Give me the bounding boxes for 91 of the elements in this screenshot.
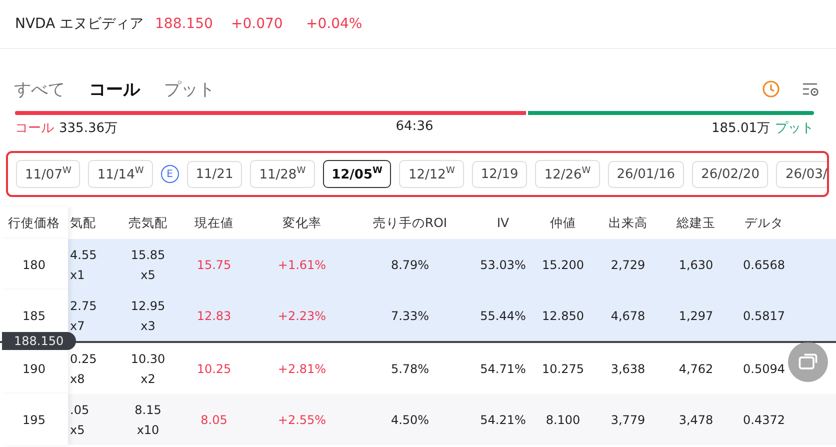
table-cell-text: 12.83 [196,308,232,324]
table-cell-text: 0.5817 [743,308,785,324]
table-cell-text: 5.78% [390,360,430,378]
table-cell-text: 4,678 [610,308,646,324]
table-cell-text: x10 [136,422,160,438]
expiry-chip[interactable]: 12/19 [472,160,528,188]
table-cell-text: 10.275 [542,360,584,378]
table-cell-text: 3,478 [678,412,714,428]
table-cell-text: 10.25 [196,360,232,378]
table-cell-text: 0.6568 [743,256,785,274]
table-cell-text: 0.25 [70,350,97,368]
table-cell-text: 0.5094 [743,360,785,378]
call-label: コール [15,120,54,137]
column-header: 出来高 [608,214,648,232]
table-cell-text: 10.30 [130,350,166,368]
option-tab[interactable]: コール [89,78,140,100]
column-header: デルタ [744,214,784,232]
table-cell-text: 15.200 [542,256,584,274]
column-header: 現在値 [194,214,234,232]
option-tab[interactable]: プット [164,78,215,100]
table-cell-text: 7.33% [390,308,430,324]
expiry-chip[interactable]: 26/02/20 [692,160,768,188]
expiry-chip[interactable]: 11/14$^{W}$ [88,160,153,188]
table-cell-text: 0.4372 [743,412,785,428]
column-header: 総建玉 [676,214,716,232]
table-cell-text: 190 [22,360,46,378]
table-cell-text: 12.850 [542,308,584,324]
table-cell-text: +2.23% [278,308,326,324]
table-cell-text: +2.55% [278,412,326,428]
table-cell-text: 55.44% [480,308,526,324]
table-cell-text: +1.61% [278,256,326,274]
expiry-chip[interactable]: 26/03/ [776,160,827,188]
put-volume: 185.01万 [712,120,770,137]
table-cell-text: 8.79% [390,256,430,274]
table-cell-text: 3,638 [610,360,646,378]
price-change: +0.070 [231,16,284,32]
table-cell-text: 54.71% [480,360,526,378]
table-cell-text: 180 [22,256,46,274]
call-volume: 335.36万 [59,120,118,137]
table-cell-text: 4.50% [390,412,430,428]
table-cell-text: .05 [70,402,90,418]
table-cell-text: 3,779 [610,412,646,428]
expiry-chip[interactable]: 11/21 [186,160,242,188]
call-put-ratio: 64:36 [396,119,434,136]
table-cell-text: 195 [22,412,46,428]
table-row[interactable]: 195 .05 x5 8.15 x10 8.05 +2.55% 4.50% 54.21% 8.100 3,779 3,478 0.4372 [0,394,836,445]
table-cell-text: 185 [22,308,46,324]
column-header: 売り手のROI [372,214,448,232]
table-cell-text: 8.15 [134,402,162,418]
percent-change: +0.04% [306,16,362,32]
price-tag: 188.150 [2,332,76,350]
table-cell-text: 1,297 [678,308,714,324]
table-cell-text: 8.05 [200,412,228,428]
table-cell-text: 1,630 [678,256,714,274]
table-cell-text: 53.03% [480,256,526,274]
expiry-chip[interactable]: 12/05$^{W}$ [322,160,392,188]
column-header: 気配 [69,214,97,232]
table-cell-text: x1 [70,266,85,284]
table-cell-text: 2.75 [70,298,97,314]
expiry-chip[interactable]: 26/01/16 [608,160,684,188]
table-cell-text: x5 [140,266,156,284]
expiry-chip[interactable]: 12/12$^{W}$ [399,160,464,188]
table-cell-text: 15.85 [130,246,166,264]
rotate-screen-button[interactable] [788,342,828,382]
column-header: 変化率 [282,214,322,232]
earnings-badge: E [160,165,179,183]
table-cell-text: x8 [70,370,85,388]
table-cell-text: 8.100 [546,412,580,428]
table-row[interactable]: 180 4.55 x1 15.85 x5 15.75 +1.61% 8.79% 53.03% 15.200 2,729 1,630 0.6568 [0,239,836,290]
table-cell-text: x3 [140,318,156,334]
expiry-chip[interactable]: 11/28$^{W}$ [250,160,315,188]
column-header: 行使価格 [0,207,68,239]
column-header: 売気配 [128,214,168,232]
table-cell-text: 54.21% [480,412,526,428]
table-cell-text: 15.75 [196,256,232,274]
expiry-chip[interactable]: 11/07$^{W}$ [16,160,80,188]
stock-name: NVDA エヌビディア [15,15,145,33]
table-cell-text: 4.55 [70,246,97,264]
table-cell-text: x5 [70,422,85,438]
table-cell-text: x7 [70,318,85,334]
table-cell-text: 2,729 [610,256,646,274]
stock-price: 188.150 [155,16,214,32]
column-header: 仲値 [549,214,577,232]
column-header: IV [496,214,510,232]
option-tab[interactable]: すべて [14,78,65,100]
table-cell-text: x2 [140,370,156,388]
table-cell-text: +2.81% [278,360,326,378]
expiry-chip[interactable]: 12/26$^{W}$ [535,160,600,188]
table-cell-text: 12.95 [130,298,166,314]
put-label: プット [775,120,814,137]
table-cell-text: 4,762 [678,360,714,378]
